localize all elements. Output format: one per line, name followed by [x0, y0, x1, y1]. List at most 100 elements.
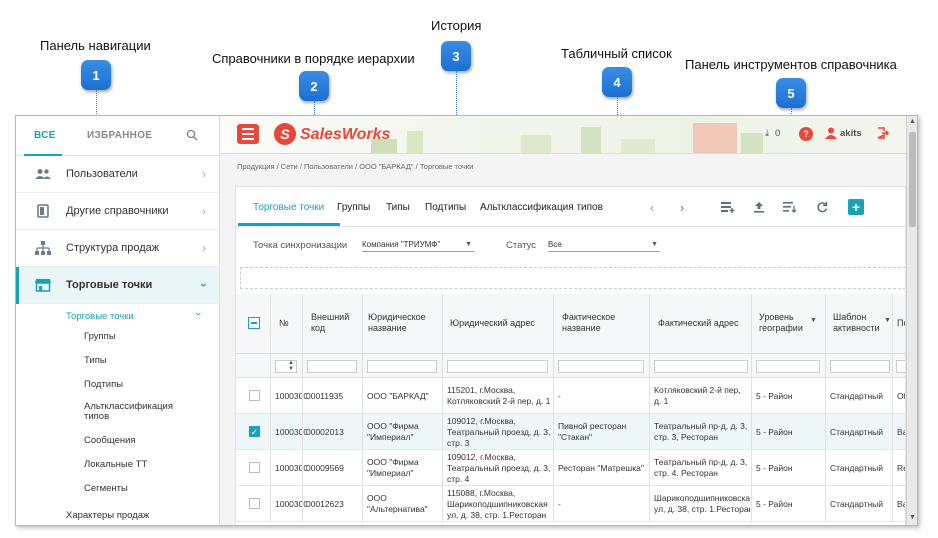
- tab-types[interactable]: Типы: [386, 202, 410, 213]
- table-row[interactable]: ✓ 1000300 00002013 ООО "Фирма "Империал" 109…: [236, 414, 905, 450]
- header-num[interactable]: №: [279, 318, 289, 329]
- geo-filter-input[interactable]: [756, 360, 820, 373]
- legal-name-filter-input[interactable]: [367, 360, 437, 373]
- user-icon[interactable]: [825, 127, 837, 140]
- row-checkbox[interactable]: [249, 462, 260, 473]
- fact-name-filter-input[interactable]: [558, 360, 644, 373]
- add-row-icon[interactable]: [720, 199, 736, 215]
- tab-all[interactable]: ВСЕ: [34, 130, 56, 141]
- add-button[interactable]: +: [848, 199, 864, 215]
- scroll-down-icon[interactable]: ▼: [909, 514, 916, 521]
- extra-filter-input[interactable]: [896, 360, 905, 373]
- cell-geo: 5 - Район: [756, 462, 793, 473]
- cell-fact-addr: Театральный пр-д, д. 3, стр. 3, Ресторан: [654, 421, 748, 442]
- history-forward-icon[interactable]: ›: [674, 199, 690, 215]
- tab-altclassification[interactable]: Альтклассификация типов: [480, 202, 603, 213]
- logo-mark: S: [274, 123, 296, 145]
- sidebar-subitem-groups[interactable]: Группы: [84, 331, 116, 342]
- decorative-building: [621, 139, 655, 153]
- legal-address-filter-input[interactable]: [447, 360, 548, 373]
- decorative-building: [581, 127, 601, 153]
- sort-list-icon[interactable]: [782, 199, 798, 215]
- sidebar-item-other-directories[interactable]: Другие справочники ›: [16, 193, 219, 230]
- user-name[interactable]: akits: [840, 128, 862, 139]
- cell-template: Стандартный: [830, 426, 884, 437]
- tab-active-underline: [238, 223, 340, 226]
- decorative-building: [521, 135, 551, 153]
- sidebar-subitem-types[interactable]: Типы: [84, 355, 107, 366]
- refresh-icon[interactable]: [814, 199, 830, 215]
- cell-fact-addr: Шарикоподшипниковская ул, д. 38, стр. 1.…: [654, 493, 750, 514]
- header-fact-address[interactable]: Фактический адрес: [658, 318, 739, 329]
- cell-geo: 5 - Район: [756, 426, 793, 437]
- sidebar-subitem-subtypes[interactable]: Подтипы: [84, 379, 123, 390]
- sidebar-item-users[interactable]: Пользователи ›: [16, 156, 219, 193]
- header-legal-address[interactable]: Юридический адрес: [450, 318, 535, 329]
- tab-groups[interactable]: Группы: [337, 202, 370, 213]
- cell-extra: Bar: [897, 498, 905, 509]
- sidebar-subitem-segments[interactable]: Сегменты: [84, 483, 128, 494]
- sidebar-subitem-altclassification[interactable]: Альтклассификация типов: [84, 402, 184, 422]
- decorative-building: [693, 123, 737, 153]
- store-icon: [34, 276, 52, 294]
- cell-fact-addr: Котляковский 2-й пер, д. 1: [654, 385, 741, 406]
- callout-label-1: Панель навигации: [40, 38, 151, 53]
- sidebar-subitem-trade-points[interactable]: Торговые точки: [66, 311, 134, 322]
- breadcrumb[interactable]: Продукция / Сети / Пользователи / ООО "Б…: [237, 162, 473, 171]
- column-divider: [892, 294, 893, 522]
- sync-point-select[interactable]: Компания "ТРИУМФ" ▼: [362, 238, 474, 252]
- cell-extra: Oth: [897, 390, 906, 401]
- download-icon[interactable]: ⤓: [765, 128, 769, 139]
- cell-legal-name: ООО "Альтернатива": [367, 493, 428, 514]
- sidebar-item-trade-points[interactable]: Торговые точки ›: [16, 267, 219, 304]
- grouping-drop-area[interactable]: [240, 267, 905, 289]
- select-all-checkbox[interactable]: [248, 317, 260, 329]
- status-select[interactable]: Все ▼: [548, 238, 660, 252]
- help-icon[interactable]: ?: [799, 127, 813, 141]
- template-filter-input[interactable]: [830, 360, 890, 373]
- sidebar-item-label: Другие справочники: [66, 205, 169, 217]
- header-geo-level[interactable]: Уровень географии: [759, 312, 809, 334]
- tab-favorites[interactable]: ИЗБРАННОЕ: [87, 130, 152, 141]
- sidebar-subitem-messages[interactable]: Сообщения: [84, 435, 136, 446]
- table-row[interactable]: 1000300 00009569 ООО "Фирма "Империал" 1090…: [236, 450, 905, 486]
- cell-extra: Bar: [897, 426, 905, 437]
- cell-fact-addr: Театральный пр-д, д. 3, стр. 4. Ресторан: [654, 457, 748, 478]
- header-fact-name[interactable]: Фактическое название: [562, 312, 642, 334]
- scrollbar-thumb[interactable]: [909, 132, 916, 227]
- header-external-code[interactable]: Внешний код: [311, 312, 355, 334]
- sidebar-subitem-local-tt[interactable]: Локальные ТТ: [84, 459, 147, 470]
- logo: SalesWorks: [300, 126, 391, 143]
- table-header: № Внешний код Юридическое название Юриди…: [236, 294, 905, 354]
- header-extra[interactable]: По: [897, 318, 905, 329]
- table-row[interactable]: 1000300 00012623 ООО "Альтернатива" 115088,…: [236, 486, 905, 522]
- num-filter-stepper[interactable]: ▲ ▼: [275, 360, 297, 373]
- vertical-scrollbar[interactable]: ▲ ▼: [906, 116, 917, 525]
- header-activity-template[interactable]: Шаблон активности: [833, 312, 885, 334]
- cell-geo: 5 - Район: [756, 390, 793, 401]
- search-icon[interactable]: [186, 128, 200, 142]
- callout-badge-1: 1: [81, 60, 111, 90]
- callout-line-1: [96, 90, 97, 118]
- cell-fact-name: Ресторан "Матрешка": [558, 462, 644, 473]
- menu-button[interactable]: [237, 124, 259, 144]
- callout-label-4: Табличный список: [561, 46, 672, 61]
- code-filter-input[interactable]: [307, 360, 357, 373]
- sidebar-subitem-sales-character[interactable]: Характеры продаж: [66, 510, 149, 521]
- row-checkbox[interactable]: [249, 390, 260, 401]
- history-back-icon[interactable]: ‹: [644, 199, 660, 215]
- table-row[interactable]: 1000300 00011935 ООО "БАРКАД" 115201, г.Мос…: [236, 378, 906, 414]
- column-divider: [751, 294, 752, 522]
- cell-extra: Rest: [897, 462, 905, 473]
- logout-icon[interactable]: [877, 127, 890, 140]
- header-legal-name[interactable]: Юридическое название: [368, 312, 436, 334]
- sidebar-item-sales-structure[interactable]: Структура продаж ›: [16, 230, 219, 267]
- upload-icon[interactable]: [751, 199, 767, 215]
- scroll-up-icon[interactable]: ▲: [909, 118, 916, 125]
- row-checkbox[interactable]: ✓: [249, 426, 260, 437]
- fact-address-filter-input[interactable]: [654, 360, 748, 373]
- tab-trade-points[interactable]: Торговые точки: [253, 202, 324, 213]
- tab-subtypes[interactable]: Подтипы: [425, 202, 466, 213]
- row-checkbox[interactable]: [249, 498, 260, 509]
- hierarchy-icon: [34, 239, 52, 257]
